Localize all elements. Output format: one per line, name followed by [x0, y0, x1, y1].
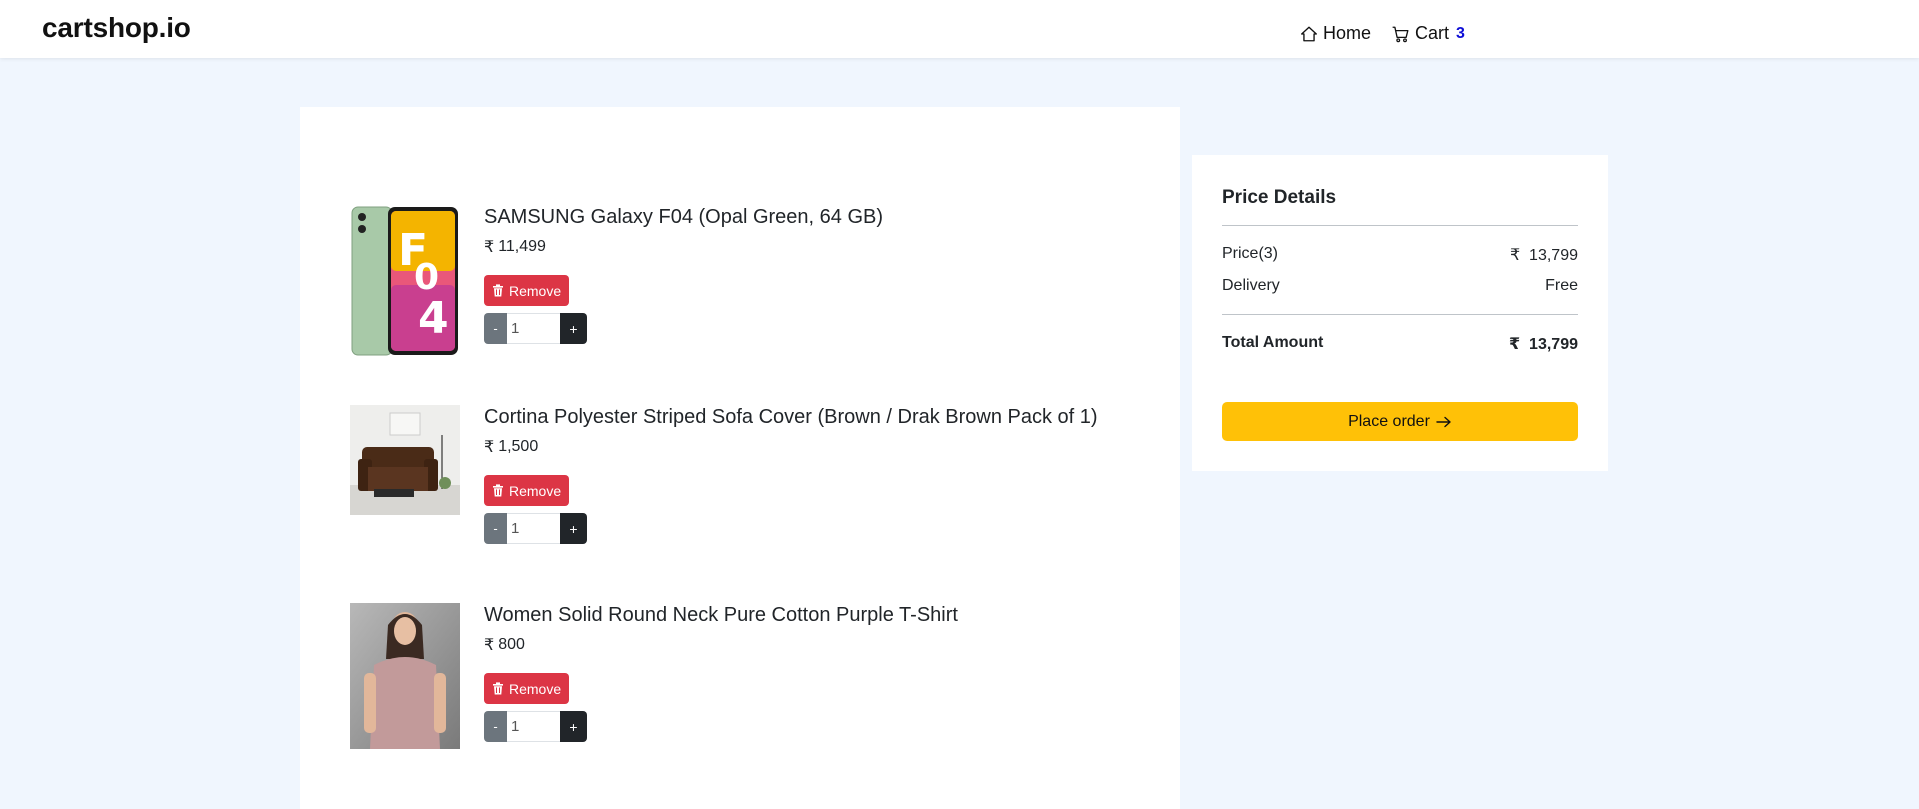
quantity-input[interactable] [507, 313, 560, 344]
brand-logo[interactable]: cartshop.io [42, 12, 191, 44]
divider [1222, 225, 1578, 226]
total-row: Total Amount ₹ 13,799 [1222, 334, 1578, 354]
rupee-symbol: ₹ [484, 439, 495, 456]
cart-icon [1392, 26, 1409, 42]
divider [1222, 314, 1578, 315]
rupee-symbol: ₹ [484, 637, 495, 654]
item-price: ₹ 1,500 [484, 437, 1164, 457]
item-info: Women Solid Round Neck Pure Cotton Purpl… [484, 603, 1164, 742]
item-info: Cortina Polyester Striped Sofa Cover (Br… [484, 405, 1164, 544]
delivery-row: Delivery Free [1222, 277, 1578, 295]
trash-icon [493, 284, 503, 297]
price-details-title: Price Details [1222, 187, 1337, 208]
nav-links: Home Cart 3 [1300, 23, 1465, 44]
item-price-value: 800 [498, 636, 525, 653]
home-label: Home [1323, 23, 1372, 43]
decrease-quantity-button[interactable]: - [484, 711, 507, 742]
nav-home-link[interactable]: Home [1300, 23, 1371, 44]
trash-icon [493, 682, 503, 695]
item-price-value: 1,500 [498, 438, 539, 455]
product-image-sofa[interactable] [350, 405, 460, 515]
item-price-value: 11,499 [498, 238, 546, 255]
remove-label: Remove [509, 680, 562, 697]
nav-cart-link[interactable]: Cart 3 [1391, 23, 1465, 44]
navbar: cartshop.io Home Cart 3 [0, 0, 1919, 58]
quantity-input[interactable] [507, 513, 560, 544]
home-icon [1301, 26, 1317, 41]
total-label: Total Amount [1222, 334, 1324, 351]
trash-icon [493, 484, 503, 497]
delivery-label: Delivery [1222, 277, 1280, 294]
delivery-value: Free [1545, 277, 1578, 294]
product-image-tshirt[interactable] [350, 603, 460, 749]
cart-count-badge: 3 [1456, 24, 1465, 42]
product-image-phone[interactable]: F 0 4 [350, 205, 460, 357]
increase-quantity-button[interactable]: + [560, 513, 587, 544]
item-info: SAMSUNG Galaxy F04 (Opal Green, 64 GB) ₹… [484, 205, 1164, 344]
total-value: ₹ 13,799 [1509, 336, 1578, 353]
increase-quantity-button[interactable]: + [560, 313, 587, 344]
price-label: Price(3) [1222, 245, 1279, 262]
cart-label: Cart [1415, 23, 1450, 43]
cart-items-panel: F 0 4 SAMSUNG Galaxy F04 (Opal Green, 64… [300, 107, 1180, 809]
quantity-stepper: - + [484, 313, 1164, 344]
decrease-quantity-button[interactable]: - [484, 313, 507, 344]
price-value: ₹ 13,799 [1509, 247, 1578, 264]
arrow-right-icon [1436, 416, 1451, 427]
svg-text:4: 4 [418, 293, 449, 344]
remove-button[interactable]: Remove [484, 673, 570, 704]
svg-text:0: 0 [414, 257, 439, 298]
quantity-stepper: - + [484, 711, 1164, 742]
place-order-label: Place order [1348, 412, 1430, 430]
quantity-stepper: - + [484, 513, 1164, 544]
remove-button[interactable]: Remove [484, 475, 570, 506]
item-price: ₹ 11,499 [484, 237, 1164, 257]
item-title[interactable]: Cortina Polyester Striped Sofa Cover (Br… [484, 405, 1164, 429]
remove-label: Remove [509, 282, 562, 299]
increase-quantity-button[interactable]: + [560, 711, 587, 742]
item-title[interactable]: Women Solid Round Neck Pure Cotton Purpl… [484, 603, 1164, 627]
item-price: ₹ 800 [484, 635, 1164, 655]
decrease-quantity-button[interactable]: - [484, 513, 507, 544]
place-order-button[interactable]: Place order [1222, 402, 1578, 441]
item-title[interactable]: SAMSUNG Galaxy F04 (Opal Green, 64 GB) [484, 205, 1164, 229]
rupee-symbol: ₹ [484, 239, 495, 256]
remove-button[interactable]: Remove [484, 275, 570, 306]
price-details-card: Price Details Price(3) ₹ 13,799 Delivery… [1192, 155, 1608, 471]
price-row: Price(3) ₹ 13,799 [1222, 245, 1578, 265]
quantity-input[interactable] [507, 711, 560, 742]
remove-label: Remove [509, 482, 562, 499]
